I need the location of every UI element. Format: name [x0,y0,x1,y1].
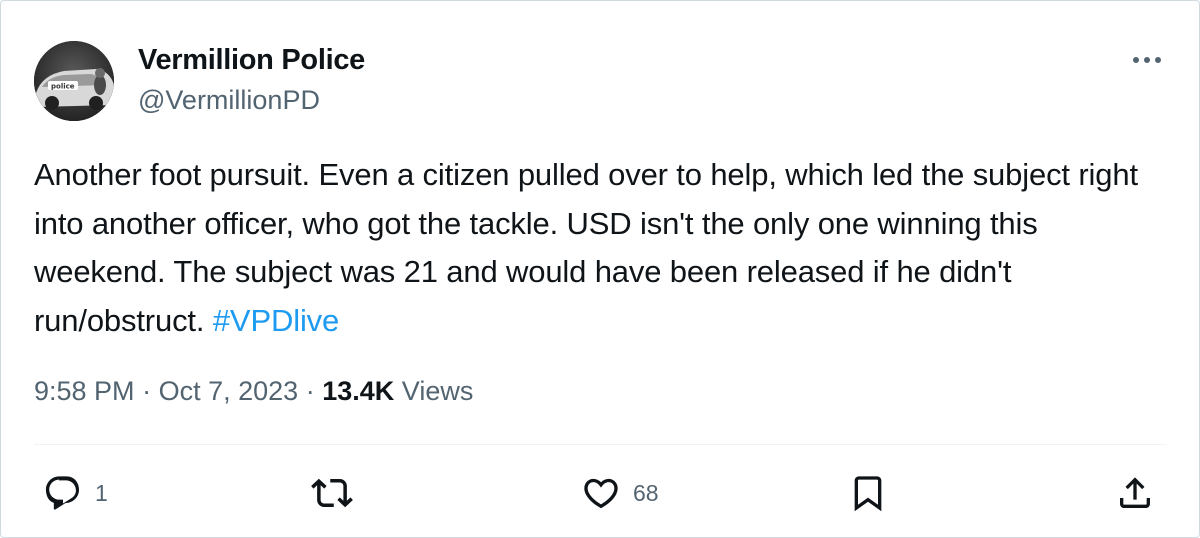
tweet-body: Another foot pursuit. Even a citizen pul… [34,157,1138,338]
display-name[interactable]: Vermillion Police [138,44,365,77]
avatar-police-lettering: police [51,83,75,91]
more-options-button[interactable] [1125,45,1169,75]
tweet-date[interactable]: Oct 7, 2023 [159,376,299,406]
retweet-icon [311,478,353,508]
divider [34,444,1167,445]
tweet-metadata: 9:58 PM · Oct 7, 2023 · 13.4K Views [34,376,473,407]
avatar[interactable]: police [34,41,114,121]
views-count: 13.4K [322,376,395,406]
tweet-card: police Vermillion Police @VermillionPD A… [0,0,1200,538]
hashtag-link[interactable]: #VPDlive [213,303,339,338]
reply-icon [45,476,80,510]
user-handle[interactable]: @VermillionPD [138,85,320,116]
reply-button[interactable]: 1 [43,471,108,515]
share-icon [1120,477,1150,508]
bookmark-icon [854,476,882,512]
share-button[interactable] [1115,471,1155,515]
like-button[interactable]: 68 [581,471,659,515]
meta-separator: · [305,376,315,406]
meta-separator: · [142,376,152,406]
heart-icon [584,478,618,509]
tweet-text: Another foot pursuit. Even a citizen pul… [34,151,1159,345]
like-count: 68 [633,479,659,506]
views-label: Views [401,376,474,406]
bookmark-button[interactable] [848,471,888,515]
more-horizontal-icon [1133,57,1161,63]
retweet-button[interactable] [311,471,365,515]
tweet-time[interactable]: 9:58 PM [34,376,135,406]
reply-count: 1 [95,479,108,506]
avatar-image: police [34,41,114,121]
